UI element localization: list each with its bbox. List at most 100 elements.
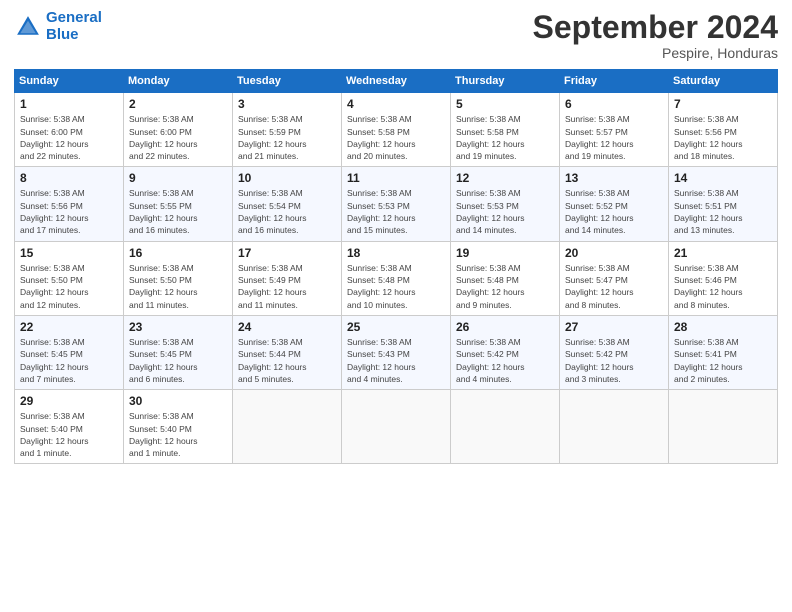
- calendar-cell: 13 Sunrise: 5:38 AMSunset: 5:52 PMDayligh…: [560, 167, 669, 241]
- day-number: 1: [20, 97, 119, 111]
- calendar-cell: 4 Sunrise: 5:38 AMSunset: 5:58 PMDaylight…: [342, 93, 451, 167]
- page: General Blue September 2024 Pespire, Hon…: [0, 0, 792, 612]
- day-number: 28: [674, 320, 773, 334]
- day-number: 9: [129, 171, 228, 185]
- calendar-cell: [669, 390, 778, 464]
- calendar-cell: 28Sunrise: 5:38 AMSunset: 5:41 PMDayligh…: [669, 315, 778, 389]
- day-number: 27: [565, 320, 664, 334]
- calendar-cell: 16 Sunrise: 5:38 AMSunset: 5:50 PMDayligh…: [124, 241, 233, 315]
- day-info: Sunrise: 5:38 AMSunset: 5:45 PMDaylight:…: [129, 336, 228, 385]
- calendar-week-4: 22 Sunrise: 5:38 AMSunset: 5:45 PMDayligh…: [15, 315, 778, 389]
- day-info: Sunrise: 5:38 AMSunset: 5:56 PMDaylight:…: [20, 187, 119, 236]
- day-info: Sunrise: 5:38 AMSunset: 5:40 PMDaylight:…: [129, 410, 228, 459]
- day-number: 8: [20, 171, 119, 185]
- day-info: Sunrise: 5:38 AMSunset: 5:50 PMDaylight:…: [20, 262, 119, 311]
- calendar-cell: 11 Sunrise: 5:38 AMSunset: 5:53 PMDayligh…: [342, 167, 451, 241]
- day-info: Sunrise: 5:38 AMSunset: 5:51 PMDaylight:…: [674, 187, 773, 236]
- day-info: Sunrise: 5:38 AMSunset: 5:54 PMDaylight:…: [238, 187, 337, 236]
- day-info: Sunrise: 5:38 AMSunset: 5:50 PMDaylight:…: [129, 262, 228, 311]
- calendar-cell: 23 Sunrise: 5:38 AMSunset: 5:45 PMDayligh…: [124, 315, 233, 389]
- day-info: Sunrise: 5:38 AMSunset: 5:42 PMDaylight:…: [565, 336, 664, 385]
- day-info: Sunrise: 5:38 AMSunset: 5:53 PMDaylight:…: [456, 187, 555, 236]
- day-info: Sunrise: 5:38 AMSunset: 5:47 PMDaylight:…: [565, 262, 664, 311]
- day-number: 5: [456, 97, 555, 111]
- day-number: 6: [565, 97, 664, 111]
- logo-icon: [14, 13, 42, 41]
- calendar-cell: [560, 390, 669, 464]
- day-number: 11: [347, 171, 446, 185]
- location-subtitle: Pespire, Honduras: [533, 45, 778, 61]
- day-info: Sunrise: 5:38 AMSunset: 5:49 PMDaylight:…: [238, 262, 337, 311]
- day-header-wednesday: Wednesday: [342, 70, 451, 93]
- day-info: Sunrise: 5:38 AMSunset: 5:42 PMDaylight:…: [456, 336, 555, 385]
- day-number: 20: [565, 246, 664, 260]
- logo: General Blue: [14, 10, 102, 43]
- calendar-header-row: SundayMondayTuesdayWednesdayThursdayFrid…: [15, 70, 778, 93]
- day-info: Sunrise: 5:38 AMSunset: 5:43 PMDaylight:…: [347, 336, 446, 385]
- calendar-cell: 18 Sunrise: 5:38 AMSunset: 5:48 PMDayligh…: [342, 241, 451, 315]
- calendar-cell: 10 Sunrise: 5:38 AMSunset: 5:54 PMDayligh…: [233, 167, 342, 241]
- calendar-cell: [342, 390, 451, 464]
- calendar-cell: 17Sunrise: 5:38 AMSunset: 5:49 PMDayligh…: [233, 241, 342, 315]
- day-header-monday: Monday: [124, 70, 233, 93]
- calendar-cell: 14Sunrise: 5:38 AMSunset: 5:51 PMDayligh…: [669, 167, 778, 241]
- day-number: 12: [456, 171, 555, 185]
- day-number: 15: [20, 246, 119, 260]
- calendar-cell: 15 Sunrise: 5:38 AMSunset: 5:50 PMDayligh…: [15, 241, 124, 315]
- calendar-cell: 29 Sunrise: 5:38 AMSunset: 5:40 PMDayligh…: [15, 390, 124, 464]
- calendar-week-3: 15 Sunrise: 5:38 AMSunset: 5:50 PMDayligh…: [15, 241, 778, 315]
- calendar-cell: [451, 390, 560, 464]
- calendar-cell: 8 Sunrise: 5:38 AMSunset: 5:56 PMDaylight…: [15, 167, 124, 241]
- calendar-week-2: 8 Sunrise: 5:38 AMSunset: 5:56 PMDaylight…: [15, 167, 778, 241]
- day-header-thursday: Thursday: [451, 70, 560, 93]
- logo-text: General Blue: [46, 10, 102, 43]
- calendar-cell: 26 Sunrise: 5:38 AMSunset: 5:42 PMDayligh…: [451, 315, 560, 389]
- day-number: 13: [565, 171, 664, 185]
- calendar-cell: 12 Sunrise: 5:38 AMSunset: 5:53 PMDayligh…: [451, 167, 560, 241]
- day-number: 18: [347, 246, 446, 260]
- calendar-cell: 2Sunrise: 5:38 AMSunset: 6:00 PMDaylight…: [124, 93, 233, 167]
- day-info: Sunrise: 5:38 AMSunset: 5:40 PMDaylight:…: [20, 410, 119, 459]
- day-number: 3: [238, 97, 337, 111]
- day-number: 10: [238, 171, 337, 185]
- day-number: 7: [674, 97, 773, 111]
- day-number: 24: [238, 320, 337, 334]
- day-info: Sunrise: 5:38 AMSunset: 5:44 PMDaylight:…: [238, 336, 337, 385]
- day-number: 25: [347, 320, 446, 334]
- calendar-week-5: 29 Sunrise: 5:38 AMSunset: 5:40 PMDayligh…: [15, 390, 778, 464]
- day-info: Sunrise: 5:38 AMSunset: 5:58 PMDaylight:…: [456, 113, 555, 162]
- day-number: 22: [20, 320, 119, 334]
- day-info: Sunrise: 5:38 AMSunset: 5:55 PMDaylight:…: [129, 187, 228, 236]
- calendar-week-1: 1 Sunrise: 5:38 AMSunset: 6:00 PMDaylight…: [15, 93, 778, 167]
- day-info: Sunrise: 5:38 AMSunset: 6:00 PMDaylight:…: [20, 113, 119, 162]
- day-number: 16: [129, 246, 228, 260]
- day-info: Sunrise: 5:38 AMSunset: 5:58 PMDaylight:…: [347, 113, 446, 162]
- day-number: 4: [347, 97, 446, 111]
- day-header-friday: Friday: [560, 70, 669, 93]
- day-header-tuesday: Tuesday: [233, 70, 342, 93]
- calendar-cell: 27 Sunrise: 5:38 AMSunset: 5:42 PMDayligh…: [560, 315, 669, 389]
- day-number: 29: [20, 394, 119, 408]
- day-info: Sunrise: 5:38 AMSunset: 5:45 PMDaylight:…: [20, 336, 119, 385]
- calendar-cell: 30Sunrise: 5:38 AMSunset: 5:40 PMDayligh…: [124, 390, 233, 464]
- calendar-cell: 19 Sunrise: 5:38 AMSunset: 5:48 PMDayligh…: [451, 241, 560, 315]
- calendar-cell: 5 Sunrise: 5:38 AMSunset: 5:58 PMDaylight…: [451, 93, 560, 167]
- day-info: Sunrise: 5:38 AMSunset: 5:57 PMDaylight:…: [565, 113, 664, 162]
- calendar-cell: 3Sunrise: 5:38 AMSunset: 5:59 PMDaylight…: [233, 93, 342, 167]
- calendar-cell: 22 Sunrise: 5:38 AMSunset: 5:45 PMDayligh…: [15, 315, 124, 389]
- day-number: 19: [456, 246, 555, 260]
- day-number: 26: [456, 320, 555, 334]
- day-info: Sunrise: 5:38 AMSunset: 5:52 PMDaylight:…: [565, 187, 664, 236]
- day-header-sunday: Sunday: [15, 70, 124, 93]
- calendar-table: SundayMondayTuesdayWednesdayThursdayFrid…: [14, 69, 778, 464]
- day-info: Sunrise: 5:38 AMSunset: 5:48 PMDaylight:…: [347, 262, 446, 311]
- day-header-saturday: Saturday: [669, 70, 778, 93]
- header: General Blue September 2024 Pespire, Hon…: [14, 10, 778, 61]
- day-info: Sunrise: 5:38 AMSunset: 5:48 PMDaylight:…: [456, 262, 555, 311]
- day-info: Sunrise: 5:38 AMSunset: 5:53 PMDaylight:…: [347, 187, 446, 236]
- calendar-cell: 20 Sunrise: 5:38 AMSunset: 5:47 PMDayligh…: [560, 241, 669, 315]
- day-info: Sunrise: 5:38 AMSunset: 5:56 PMDaylight:…: [674, 113, 773, 162]
- calendar-cell: 7 Sunrise: 5:38 AMSunset: 5:56 PMDaylight…: [669, 93, 778, 167]
- day-info: Sunrise: 5:38 AMSunset: 5:46 PMDaylight:…: [674, 262, 773, 311]
- day-number: 23: [129, 320, 228, 334]
